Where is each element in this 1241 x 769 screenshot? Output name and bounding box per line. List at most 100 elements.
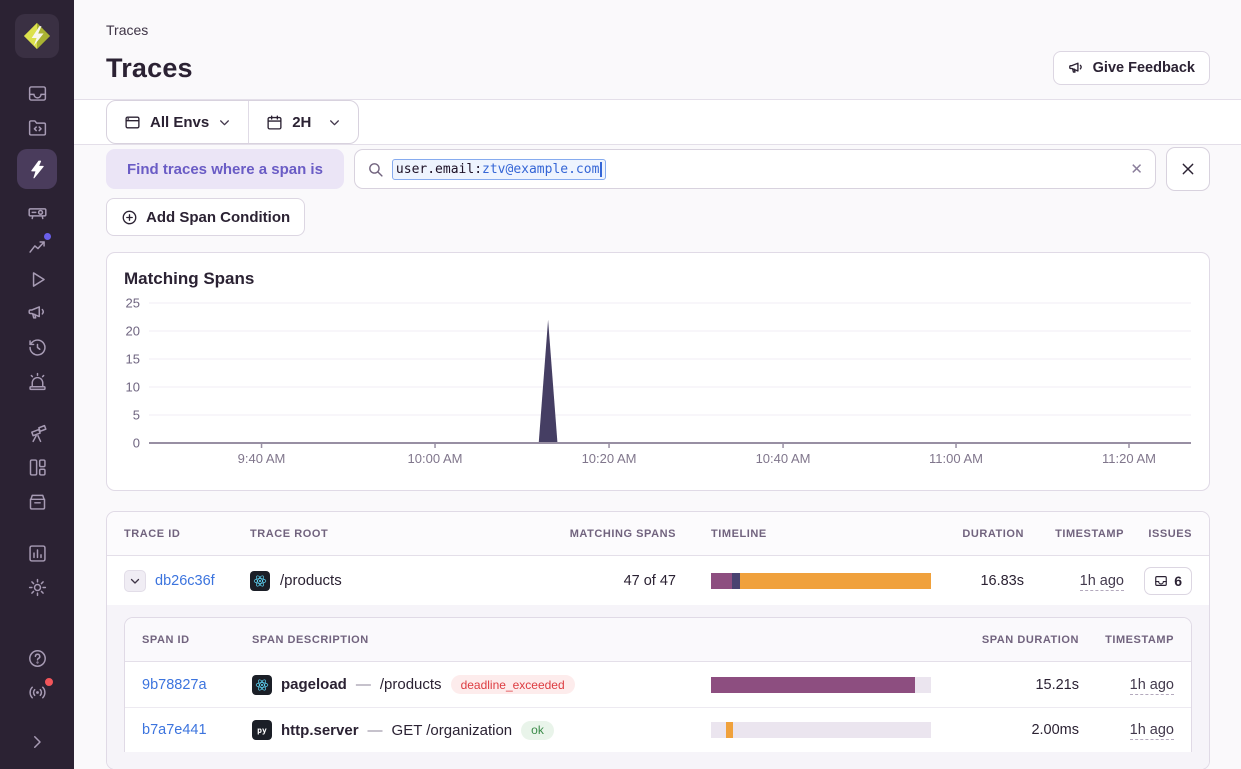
- expanded-trace-section: Span ID Span Description Span Duration T…: [107, 605, 1209, 769]
- react-platform-icon: [250, 571, 270, 591]
- span-description: /products: [380, 676, 442, 693]
- breadcrumb[interactable]: Traces: [106, 22, 1210, 38]
- help-icon[interactable]: [17, 641, 57, 675]
- matching-spans-chart[interactable]: 05101520259:40 AM10:00 AM10:20 AM10:40 A…: [124, 293, 1191, 475]
- feedback-icon[interactable]: [17, 296, 57, 330]
- traces-table: Trace ID Trace Root Matching Spans Timel…: [106, 511, 1210, 769]
- col-issues: Issues: [1148, 528, 1192, 540]
- alerts-icon[interactable]: [17, 364, 57, 398]
- collapse-trace-button[interactable]: [124, 570, 146, 592]
- notification-dot: [43, 676, 55, 688]
- traces-icon[interactable]: [17, 149, 57, 189]
- svg-text:11:20 AM: 11:20 AM: [1102, 451, 1156, 466]
- col-timeline: Timeline: [676, 528, 931, 540]
- dashboards-icon[interactable]: [17, 450, 57, 484]
- issues-icon: [1154, 574, 1168, 588]
- whats-new-icon[interactable]: [17, 675, 57, 709]
- discover-icon[interactable]: [17, 416, 57, 450]
- span-timeline-bar[interactable]: [711, 722, 931, 738]
- svg-text:0: 0: [133, 436, 140, 451]
- search-icon: [367, 161, 384, 178]
- page-header: Traces Traces Give Feedback: [74, 0, 1241, 100]
- span-timestamp[interactable]: 1h ago: [1130, 722, 1174, 740]
- span-timeline-bar[interactable]: [711, 677, 931, 693]
- close-icon: [1180, 161, 1196, 177]
- traces-table-header: Trace ID Trace Root Matching Spans Timel…: [107, 512, 1209, 556]
- issues-count: 6: [1174, 573, 1182, 589]
- search-token[interactable]: user.email:ztv@example.com: [392, 159, 606, 180]
- table-row: db26c36f /products 47 of 47 16.83s 1h ag…: [107, 556, 1209, 605]
- replays-icon[interactable]: [17, 262, 57, 296]
- col-trace-id: Trace ID: [124, 528, 250, 540]
- svg-text:10:20 AM: 10:20 AM: [582, 451, 637, 466]
- add-span-condition-label: Add Span Condition: [146, 209, 290, 226]
- col-timestamp: Timestamp: [1055, 528, 1124, 540]
- status-badge: ok: [521, 721, 554, 740]
- svg-text:20: 20: [126, 324, 140, 339]
- issues-icon[interactable]: [17, 76, 57, 110]
- chart-title: Matching Spans: [124, 269, 1192, 289]
- trace-duration: 16.83s: [980, 573, 1024, 589]
- col-span-timestamp: Timestamp: [1105, 634, 1174, 646]
- token-value: ztv@example.com: [482, 162, 599, 177]
- svg-text:25: 25: [126, 296, 140, 311]
- collapse-sidebar-icon[interactable]: [17, 725, 57, 759]
- text-caret: [600, 162, 602, 177]
- give-feedback-button[interactable]: Give Feedback: [1053, 51, 1210, 85]
- trace-id-link[interactable]: db26c36f: [155, 573, 215, 589]
- col-span-id: Span ID: [142, 634, 252, 646]
- table-row: 9b78827a pageload — /products deadline_e…: [125, 662, 1191, 707]
- calendar-icon: [266, 114, 283, 131]
- archive-icon[interactable]: [17, 484, 57, 518]
- svg-text:9:40 AM: 9:40 AM: [238, 451, 286, 466]
- sidebar-nav: [17, 76, 57, 604]
- give-feedback-label: Give Feedback: [1093, 60, 1195, 76]
- page-title: Traces: [106, 53, 193, 84]
- col-trace-root: Trace Root: [250, 528, 561, 540]
- col-span-duration: Span Duration: [982, 634, 1079, 646]
- spans-table-header: Span ID Span Description Span Duration T…: [125, 618, 1191, 662]
- performance-icon[interactable]: [17, 228, 57, 262]
- time-range-filter[interactable]: 2H: [248, 101, 358, 143]
- insights-icon[interactable]: [17, 194, 57, 228]
- span-duration: 2.00ms: [1031, 722, 1079, 738]
- delete-condition-button[interactable]: [1166, 147, 1210, 191]
- environment-filter[interactable]: All Envs: [107, 101, 248, 143]
- filter-toolbar: All Envs 2H: [74, 100, 1241, 145]
- trace-issues-button[interactable]: 6: [1144, 567, 1192, 595]
- time-range-value: 2H: [292, 114, 311, 131]
- svg-text:15: 15: [126, 352, 140, 367]
- span-op: http.server: [281, 722, 359, 739]
- matching-spans-panel: Matching Spans 05101520259:40 AM10:00 AM…: [106, 252, 1210, 491]
- explore-icon[interactable]: [17, 110, 57, 144]
- releases-icon[interactable]: [17, 330, 57, 364]
- megaphone-icon: [1068, 60, 1085, 77]
- svg-text:5: 5: [133, 408, 140, 423]
- add-span-condition-button[interactable]: Add Span Condition: [106, 198, 305, 236]
- plus-circle-icon: [121, 209, 138, 226]
- span-search-input[interactable]: user.email:ztv@example.com ✕: [354, 149, 1156, 189]
- stats-icon[interactable]: [17, 536, 57, 570]
- svg-text:10:40 AM: 10:40 AM: [756, 451, 811, 466]
- sidebar-footer: [17, 641, 57, 759]
- react-platform-icon: [252, 675, 272, 695]
- clear-search-icon[interactable]: ✕: [1130, 162, 1143, 177]
- span-op: pageload: [281, 676, 347, 693]
- environment-value: All Envs: [150, 114, 209, 131]
- col-matching-spans: Matching Spans: [570, 528, 676, 540]
- separator: —: [356, 676, 371, 693]
- sentry-logo[interactable]: [15, 14, 59, 58]
- spans-table: Span ID Span Description Span Duration T…: [124, 617, 1192, 752]
- token-key: user.email:: [396, 162, 482, 177]
- span-id-link[interactable]: 9b78827a: [142, 677, 252, 693]
- sidebar: [0, 0, 74, 769]
- svg-text:11:00 AM: 11:00 AM: [929, 451, 983, 466]
- span-timestamp[interactable]: 1h ago: [1130, 677, 1174, 695]
- trace-timeline-bar[interactable]: [711, 573, 931, 589]
- settings-icon[interactable]: [17, 570, 57, 604]
- table-row: b7a7e441 py http.server — GET /organizat…: [125, 707, 1191, 752]
- trace-timestamp[interactable]: 1h ago: [1080, 573, 1124, 591]
- span-id-link[interactable]: b7a7e441: [142, 722, 252, 738]
- python-platform-icon: py: [252, 720, 272, 740]
- span-description: GET /organization: [392, 722, 513, 739]
